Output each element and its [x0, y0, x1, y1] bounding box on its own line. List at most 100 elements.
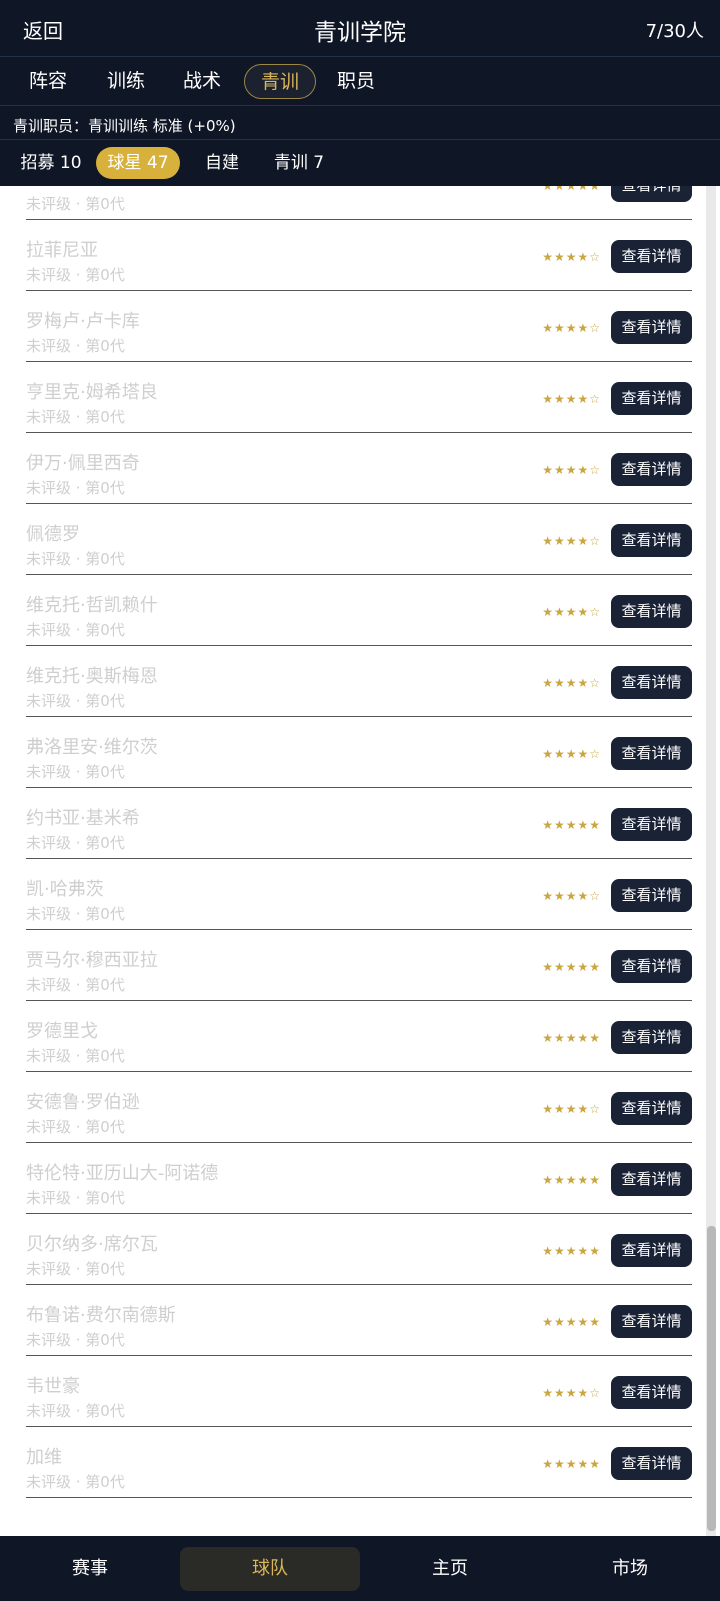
view-details-button[interactable]: 查看详情	[611, 879, 692, 912]
player-status: 未评级 · 第0代	[26, 976, 125, 994]
player-row: 维克托·奥斯梅恩 未评级 · 第0代 ★★★★☆ 查看详情	[26, 646, 692, 717]
view-details-button[interactable]: 查看详情	[611, 240, 692, 273]
nav-matches[interactable]: 赛事	[0, 1547, 180, 1591]
player-status: 未评级 · 第0代	[26, 692, 125, 710]
player-status: 未评级 · 第0代	[26, 1260, 125, 1278]
player-status: 未评级 · 第0代	[26, 1047, 125, 1065]
view-details-button[interactable]: 查看详情	[611, 186, 692, 202]
scrollbar-thumb[interactable]	[707, 1226, 716, 1531]
view-details-button[interactable]: 查看详情	[611, 1234, 692, 1267]
view-details-button[interactable]: 查看详情	[611, 666, 692, 699]
player-status: 未评级 · 第0代	[26, 763, 125, 781]
player-status: 未评级 · 第0代	[26, 337, 125, 355]
view-details-button[interactable]: 查看详情	[611, 1021, 692, 1054]
player-status: 未评级 · 第0代	[26, 550, 125, 568]
view-details-button[interactable]: 查看详情	[611, 524, 692, 557]
player-status: 未评级 · 第0代	[26, 1402, 125, 1420]
player-name: 拉菲尼亚	[26, 240, 98, 261]
view-details-button[interactable]: 查看详情	[611, 737, 692, 770]
star-rating-icon: ★★★★☆	[542, 747, 601, 761]
player-list: 未评级 · 第0代★★★★★查看详情拉菲尼亚未评级 · 第0代★★★★☆查看详情…	[0, 186, 720, 1536]
player-name: 特伦特·亚历山大-阿诺德	[26, 1163, 219, 1184]
star-rating-icon: ★★★★☆	[542, 889, 601, 903]
tab-staff[interactable]: 职员	[320, 64, 392, 99]
player-name: 贝尔纳多·席尔瓦	[26, 1234, 158, 1255]
player-row: 安德鲁·罗伯逊 未评级 · 第0代 ★★★★☆ 查看详情	[26, 1072, 692, 1143]
view-details-button[interactable]: 查看详情	[611, 1447, 692, 1480]
player-row: 亨里克·姆希塔良 未评级 · 第0代 ★★★★☆ 查看详情	[26, 362, 692, 433]
tab-training[interactable]: 训练	[90, 64, 162, 99]
player-status: 未评级 · 第0代	[26, 195, 125, 213]
player-name: 弗洛里安·维尔茨	[26, 737, 158, 758]
player-status: 未评级 · 第0代	[26, 1331, 125, 1349]
star-rating-icon: ★★★★★	[542, 960, 601, 974]
view-details-button[interactable]: 查看详情	[611, 950, 692, 983]
player-name: 约书亚·基米希	[26, 808, 140, 829]
nav-team[interactable]: 球队	[180, 1547, 360, 1591]
player-row: 布鲁诺·费尔南德斯 未评级 · 第0代 ★★★★★ 查看详情	[26, 1285, 692, 1356]
player-name: 加维	[26, 1447, 62, 1468]
tab-youth[interactable]: 青训	[244, 64, 316, 99]
player-name: 安德鲁·罗伯逊	[26, 1092, 140, 1113]
player-name: 罗梅卢·卢卡库	[26, 311, 140, 332]
player-row: 贝尔纳多·席尔瓦 未评级 · 第0代 ★★★★★ 查看详情	[26, 1214, 692, 1285]
view-details-button[interactable]: 查看详情	[611, 453, 692, 486]
view-details-button[interactable]: 查看详情	[611, 808, 692, 841]
player-row: 罗德里戈未评级 · 第0代 ★★★★★ 查看详情	[26, 1001, 692, 1072]
player-name: 凯·哈弗茨	[26, 879, 104, 900]
star-rating-icon: ★★★★☆	[542, 676, 601, 690]
player-status: 未评级 · 第0代	[26, 479, 125, 497]
star-rating-icon: ★★★★☆	[542, 534, 601, 548]
player-status: 未评级 · 第0代	[26, 408, 125, 426]
player-row: 特伦特·亚历山大-阿诺德 未评级 · 第0代 ★★★★★ 查看详情	[26, 1143, 692, 1214]
star-rating-icon: ★★★★★	[542, 1457, 601, 1471]
view-details-button[interactable]: 查看详情	[611, 1092, 692, 1125]
player-row: 加维 未评级 · 第0代 ★★★★★ 查看详情	[26, 1427, 692, 1498]
view-details-button[interactable]: 查看详情	[611, 382, 692, 415]
player-row: 未评级 · 第0代 ★★★★★ 查看详情	[26, 186, 692, 220]
star-rating-icon: ★★★★☆	[542, 392, 601, 406]
player-status: 未评级 · 第0代	[26, 1189, 125, 1207]
player-row: 约书亚·基米希 未评级 · 第0代 ★★★★★ 查看详情	[26, 788, 692, 859]
player-row: 贾马尔·穆西亚拉 未评级 · 第0代 ★★★★★ 查看详情	[26, 930, 692, 1001]
subtab-stars[interactable]: 球星 47	[96, 147, 180, 179]
player-row: 弗洛里安·维尔茨 未评级 · 第0代 ★★★★☆ 查看详情	[26, 717, 692, 788]
star-rating-icon: ★★★★★	[542, 1031, 601, 1045]
player-name: 罗德里戈	[26, 1021, 98, 1042]
player-name: 贾马尔·穆西亚拉	[26, 950, 158, 971]
player-name: 布鲁诺·费尔南德斯	[26, 1305, 176, 1326]
subtab-academy[interactable]: 青训 7	[264, 147, 334, 179]
player-status: 未评级 · 第0代	[26, 266, 125, 284]
player-name: 维克托·哲凯赖什	[26, 595, 158, 616]
view-details-button[interactable]: 查看详情	[611, 1163, 692, 1196]
bottom-nav: 赛事 球队 主页 市场	[0, 1536, 720, 1601]
star-rating-icon: ★★★★★	[542, 1315, 601, 1329]
player-name: 维克托·奥斯梅恩	[26, 666, 158, 687]
star-rating-icon: ★★★★★	[542, 818, 601, 832]
player-row: 凯·哈弗茨未评级 · 第0代 ★★★★☆ 查看详情	[26, 859, 692, 930]
player-status: 未评级 · 第0代	[26, 905, 125, 923]
tab-lineup[interactable]: 阵容	[12, 64, 84, 99]
subtab-custom[interactable]: 自建	[192, 147, 252, 179]
player-status: 未评级 · 第0代	[26, 834, 125, 852]
player-status: 未评级 · 第0代	[26, 621, 125, 639]
nav-home[interactable]: 主页	[360, 1547, 540, 1591]
player-row: 罗梅卢·卢卡库 未评级 · 第0代 ★★★★☆ 查看详情	[26, 291, 692, 362]
view-details-button[interactable]: 查看详情	[611, 311, 692, 344]
player-name: 伊万·佩里西奇	[26, 453, 140, 474]
page-title: 青训学院	[314, 20, 406, 46]
star-rating-icon: ★★★★☆	[542, 605, 601, 619]
star-rating-icon: ★★★★☆	[542, 463, 601, 477]
view-details-button[interactable]: 查看详情	[611, 595, 692, 628]
nav-market[interactable]: 市场	[540, 1547, 720, 1591]
subtab-recruit[interactable]: 招募 10	[11, 147, 91, 179]
player-row: 韦世豪 未评级 · 第0代 ★★★★☆ 查看详情	[26, 1356, 692, 1427]
tab-tactics[interactable]: 战术	[166, 64, 238, 99]
star-rating-icon: ★★★★★	[542, 186, 601, 193]
view-details-button[interactable]: 查看详情	[611, 1376, 692, 1409]
player-row: 佩德罗 未评级 · 第0代 ★★★★☆ 查看详情	[26, 504, 692, 575]
star-rating-icon: ★★★★★	[542, 1244, 601, 1258]
view-details-button[interactable]: 查看详情	[611, 1305, 692, 1338]
player-name: 亨里克·姆希塔良	[26, 382, 158, 403]
player-name: 韦世豪	[26, 1376, 80, 1397]
